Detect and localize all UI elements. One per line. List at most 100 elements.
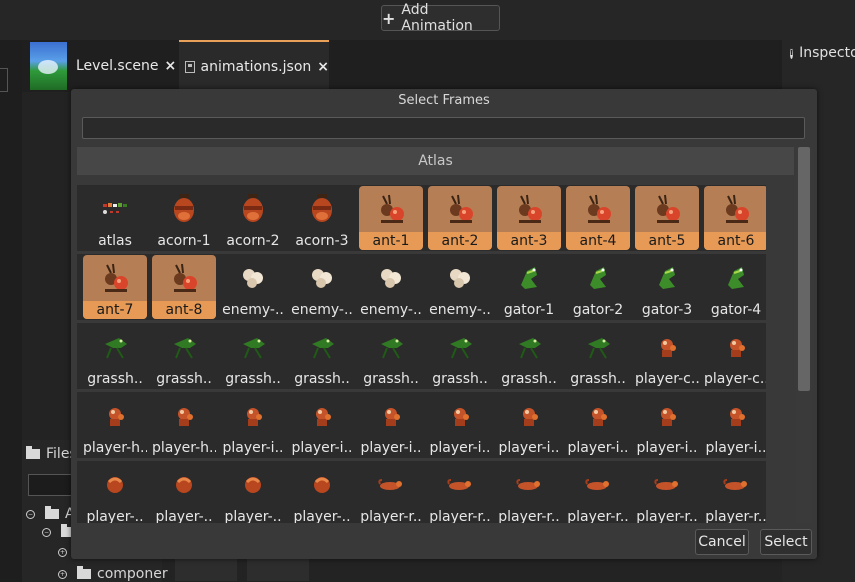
tab-animations-json[interactable]: animations.json ×	[179, 40, 329, 92]
frame-item[interactable]: player-i..	[635, 393, 699, 457]
frame-item[interactable]: ant-5	[635, 186, 699, 250]
frame-label: grassh..	[363, 371, 419, 387]
frame-item[interactable]: player-..	[83, 462, 147, 523]
frame-item[interactable]: grassh..	[221, 324, 285, 388]
frame-item[interactable]: player-r..	[359, 462, 423, 523]
frame-item[interactable]: enemy-..	[290, 255, 354, 319]
frame-item[interactable]: grassh..	[83, 324, 147, 388]
frame-item[interactable]: player-i..	[566, 393, 630, 457]
player-roll-sprite-icon	[170, 468, 198, 502]
close-icon[interactable]: ×	[317, 59, 329, 75]
player-run-sprite-icon	[515, 468, 543, 502]
grasshopper-sprite-icon	[584, 330, 612, 364]
frame-item[interactable]: player-c..	[635, 324, 699, 388]
frame-label: gator-2	[572, 302, 624, 318]
folder-icon	[77, 566, 91, 579]
frame-item[interactable]: grassh..	[428, 324, 492, 388]
add-animation-label: Add Animation	[401, 2, 473, 34]
frame-item[interactable]: player-c..	[704, 324, 766, 388]
frame-item[interactable]: grassh..	[152, 324, 216, 388]
frame-label: ant-8	[152, 301, 216, 319]
frame-item[interactable]: player-r..	[566, 462, 630, 523]
frame-label: enemy-..	[429, 302, 491, 318]
files-header[interactable]: Files	[22, 446, 77, 462]
cancel-button[interactable]: Cancel	[695, 529, 749, 555]
frame-label: enemy-..	[222, 302, 284, 318]
tab-level-scene[interactable]: Level.scene ×	[30, 40, 180, 92]
frame-item[interactable]: enemy-..	[221, 255, 285, 319]
grasshopper-sprite-icon	[308, 330, 336, 364]
frame-item[interactable]: player-h..	[152, 393, 216, 457]
frame-item[interactable]: ant-8	[152, 255, 216, 319]
frame-item[interactable]: gator-4	[704, 255, 766, 319]
add-animation-button[interactable]: + Add Animation	[381, 2, 500, 34]
frame-item[interactable]: ant-3	[497, 186, 561, 250]
frame-item[interactable]: gator-3	[635, 255, 699, 319]
frame-item[interactable]: player-..	[221, 462, 285, 523]
frame-item[interactable]: ant-2	[428, 186, 492, 250]
left-panel-input[interactable]	[0, 68, 8, 92]
scrollbar-thumb[interactable]	[798, 147, 810, 391]
inspector-header[interactable]: i Inspecto	[782, 40, 855, 66]
frame-item[interactable]: player-..	[290, 462, 354, 523]
frame-label: grassh..	[294, 371, 350, 387]
frame-item[interactable]: acorn-3	[290, 186, 354, 250]
player-sprite-icon	[722, 399, 750, 433]
frame-label: player-..	[293, 509, 351, 523]
frame-item[interactable]: grassh..	[566, 324, 630, 388]
frame-label: player-..	[86, 509, 144, 523]
frame-label: player-r..	[636, 509, 698, 523]
frame-item[interactable]: acorn-1	[152, 186, 216, 250]
frame-item[interactable]: ant-7	[83, 255, 147, 319]
frame-item[interactable]: ant-4	[566, 186, 630, 250]
frame-label: grassh..	[156, 371, 212, 387]
frame-item[interactable]: player-i..	[497, 393, 561, 457]
frame-label: acorn-1	[157, 233, 211, 249]
player-sprite-icon	[653, 399, 681, 433]
frame-item[interactable]: atlas	[83, 186, 147, 250]
smoke-sprite-icon	[308, 261, 336, 295]
frame-item[interactable]: player-i..	[221, 393, 285, 457]
frame-item[interactable]: grassh..	[497, 324, 561, 388]
select-frames-dialog: Select Frames Atlas atlas acorn-1 acorn-2 a…	[71, 89, 817, 559]
frame-item[interactable]: player-h..	[83, 393, 147, 457]
expand-icon[interactable]: +	[58, 569, 67, 579]
timeline-frame[interactable]	[247, 557, 309, 581]
player-roll-sprite-icon	[239, 468, 267, 502]
frame-label: player-c..	[704, 371, 766, 387]
frame-item[interactable]: gator-2	[566, 255, 630, 319]
tree-item[interactable]: + componer	[58, 566, 168, 582]
frame-item[interactable]: player-r..	[428, 462, 492, 523]
collapse-icon[interactable]: −	[26, 509, 35, 519]
frame-item[interactable]: player-i..	[428, 393, 492, 457]
frame-item[interactable]: grassh..	[290, 324, 354, 388]
close-icon[interactable]: ×	[165, 58, 177, 74]
frame-item[interactable]: player-..	[152, 462, 216, 523]
frame-label: grassh..	[570, 371, 626, 387]
frame-item[interactable]: ant-6	[704, 186, 766, 250]
frame-item[interactable]: player-r..	[635, 462, 699, 523]
frame-label: acorn-2	[226, 233, 280, 249]
frame-item[interactable]: acorn-2	[221, 186, 285, 250]
frame-item[interactable]: enemy-..	[428, 255, 492, 319]
atlas-section-header[interactable]: Atlas	[77, 147, 794, 175]
frame-row: grassh.. grassh.. grassh.. grassh.. grassh..…	[77, 323, 766, 389]
frame-item[interactable]: enemy-..	[359, 255, 423, 319]
filter-input[interactable]	[82, 117, 805, 139]
frame-item[interactable]: player-r..	[704, 462, 766, 523]
frame-item[interactable]: grassh..	[359, 324, 423, 388]
frame-label: player-i..	[636, 440, 698, 456]
collapse-icon[interactable]: −	[42, 527, 51, 537]
frame-item[interactable]: player-i..	[704, 393, 766, 457]
expand-icon[interactable]: +	[58, 548, 67, 557]
frame-item[interactable]: ant-1	[359, 186, 423, 250]
timeline-frame[interactable]	[175, 557, 237, 581]
frame-item[interactable]: player-i..	[290, 393, 354, 457]
frame-item[interactable]: player-r..	[497, 462, 561, 523]
select-button[interactable]: Select	[760, 529, 812, 555]
frame-item[interactable]: gator-1	[497, 255, 561, 319]
player-sprite-icon	[170, 399, 198, 433]
frame-label: player-i..	[360, 440, 422, 456]
frame-item[interactable]: player-i..	[359, 393, 423, 457]
scrollbar[interactable]	[796, 147, 812, 523]
